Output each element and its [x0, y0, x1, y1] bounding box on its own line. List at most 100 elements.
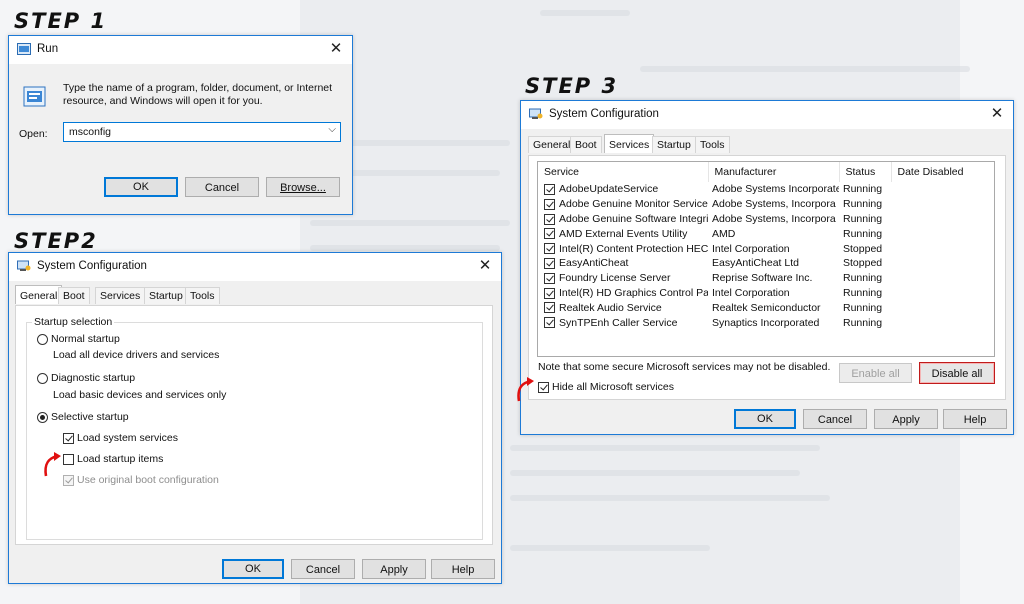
tab-general[interactable]: General	[528, 136, 576, 153]
service-name: Foundry License Server	[559, 272, 671, 285]
load-system-services-checkbox[interactable]	[63, 433, 74, 444]
table-row[interactable]: Realtek Audio Service Realtek Semiconduct…	[538, 300, 994, 315]
tab-startup[interactable]: Startup	[144, 287, 188, 304]
selective-startup-radio[interactable]	[37, 412, 48, 423]
diagnostic-startup-radio[interactable]	[37, 373, 48, 384]
browse-button[interactable]: Browse...	[266, 177, 340, 197]
selective-startup-label[interactable]: Selective startup	[51, 411, 129, 423]
tab-services[interactable]: Services	[604, 134, 655, 153]
ok-button[interactable]: OK	[222, 559, 284, 579]
table-row[interactable]: Adobe Genuine Software Integri... Adobe S…	[538, 212, 994, 227]
general-panel: Startup selection Normal startup Load al…	[15, 305, 493, 545]
general-dialog: System Configuration ✕ General Boot Serv…	[8, 252, 502, 584]
tab-boot[interactable]: Boot	[570, 136, 602, 153]
run-titlebar: Run ✕	[9, 36, 352, 64]
cancel-button[interactable]: Cancel	[185, 177, 259, 197]
general-title: System Configuration	[37, 260, 147, 272]
table-row[interactable]: AdobeUpdateService Adobe Systems Incorpor…	[538, 182, 994, 197]
ok-button[interactable]: OK	[104, 177, 178, 197]
service-name: SynTPEnh Caller Service	[559, 316, 678, 329]
load-startup-items-label[interactable]: Load startup items	[77, 453, 163, 465]
open-combobox[interactable]: msconfig ⌵	[63, 122, 341, 142]
service-cell: Foundry License Server	[538, 271, 708, 286]
service-cell: Adobe Genuine Software Integri...	[538, 212, 708, 227]
table-row[interactable]: EasyAntiCheat EasyAntiCheat Ltd Stopped	[538, 256, 994, 271]
table-row[interactable]: Foundry License Server Reprise Software I…	[538, 271, 994, 286]
load-startup-items-checkbox[interactable]	[63, 454, 74, 465]
enable-all-button: Enable all	[839, 363, 912, 383]
service-cell: AMD External Events Utility	[538, 226, 708, 241]
manufacturer-cell: Synaptics Incorporated	[712, 316, 820, 329]
tab-services[interactable]: Services	[95, 287, 146, 304]
background-line	[540, 10, 630, 16]
hide-ms-services-checkbox[interactable]	[538, 382, 549, 393]
step3-label: STEP 3	[525, 74, 619, 98]
status-cell: Running	[843, 316, 883, 329]
open-label: Open:	[19, 128, 48, 140]
use-original-boot-label: Use original boot configuration	[77, 474, 219, 486]
step2-label: STEP2	[14, 229, 98, 253]
manufacturer-cell: Intel Corporation	[712, 242, 790, 255]
use-original-boot-checkbox	[63, 475, 74, 486]
disable-all-button[interactable]: Disable all	[919, 362, 995, 384]
tab-boot[interactable]: Boot	[58, 287, 90, 304]
tab-tools[interactable]: Tools	[695, 136, 730, 153]
column-header-service[interactable]: Service	[538, 162, 709, 182]
service-checkbox[interactable]	[544, 184, 555, 195]
services-list[interactable]: Service Manufacturer Status Date Disable…	[537, 161, 995, 357]
close-icon[interactable]: ✕	[326, 39, 346, 59]
diagnostic-startup-label[interactable]: Diagnostic startup	[51, 372, 135, 384]
services-table-body: AdobeUpdateService Adobe Systems Incorpor…	[538, 182, 994, 330]
manufacturer-cell: Adobe Systems, Incorpora	[712, 212, 836, 225]
service-checkbox[interactable]	[544, 213, 555, 225]
service-checkbox[interactable]	[544, 302, 555, 314]
background-line	[330, 170, 500, 176]
normal-startup-radio[interactable]	[37, 334, 48, 345]
status-cell: Running	[843, 272, 883, 285]
table-row[interactable]: Intel(R) Content Protection HEC... Intel …	[538, 241, 994, 256]
run-dialog: Run ✕ Type the name of a program, folder…	[8, 35, 353, 215]
apply-button[interactable]: Apply	[874, 409, 938, 429]
service-checkbox[interactable]	[544, 257, 555, 269]
help-button[interactable]: Help	[943, 409, 1007, 429]
cancel-button[interactable]: Cancel	[291, 559, 355, 579]
table-row[interactable]: AMD External Events Utility AMD Running	[538, 226, 994, 241]
service-checkbox[interactable]	[544, 272, 555, 284]
close-icon[interactable]: ✕	[475, 256, 495, 276]
open-input[interactable]: msconfig	[69, 126, 111, 138]
date-disabled-cell	[891, 241, 994, 256]
service-checkbox[interactable]	[544, 198, 555, 210]
table-row[interactable]: SynTPEnh Caller Service Synaptics Incorpo…	[538, 315, 994, 330]
diagnostic-startup-desc: Load basic devices and services only	[53, 389, 227, 401]
normal-startup-label[interactable]: Normal startup	[51, 333, 120, 345]
service-checkbox[interactable]	[544, 228, 555, 240]
service-checkbox[interactable]	[544, 287, 555, 299]
help-button[interactable]: Help	[431, 559, 495, 579]
date-disabled-cell	[891, 182, 994, 197]
apply-button[interactable]: Apply	[362, 559, 426, 579]
tab-startup[interactable]: Startup	[652, 136, 696, 153]
load-system-services-label[interactable]: Load system services	[77, 432, 178, 444]
background-line	[310, 245, 500, 251]
normal-startup-desc: Load all device drivers and services	[53, 349, 220, 361]
close-icon[interactable]: ✕	[987, 104, 1007, 124]
table-row[interactable]: Intel(R) HD Graphics Control Pa... Intel …	[538, 286, 994, 301]
service-checkbox[interactable]	[544, 243, 555, 255]
cancel-button[interactable]: Cancel	[803, 409, 867, 429]
run-title: Run	[37, 43, 59, 55]
chevron-down-icon[interactable]: ⌵	[328, 124, 336, 135]
status-cell: Running	[843, 183, 883, 196]
service-checkbox[interactable]	[544, 317, 555, 329]
status-cell: Running	[843, 198, 883, 211]
arrow-icon	[517, 377, 534, 402]
column-header-date-disabled[interactable]: Date Disabled	[891, 162, 994, 182]
services-tabs: General Boot Services Startup Tools	[528, 134, 1008, 154]
tab-general[interactable]: General	[15, 285, 63, 304]
column-header-manufacturer[interactable]: Manufacturer	[708, 162, 840, 182]
background-line	[510, 470, 800, 476]
hide-ms-services-label[interactable]: Hide all Microsoft services	[552, 381, 674, 393]
tab-tools[interactable]: Tools	[185, 287, 220, 304]
ok-button[interactable]: OK	[734, 409, 796, 429]
column-header-status[interactable]: Status	[839, 162, 892, 182]
table-row[interactable]: Adobe Genuine Monitor Service Adobe Syste…	[538, 197, 994, 212]
